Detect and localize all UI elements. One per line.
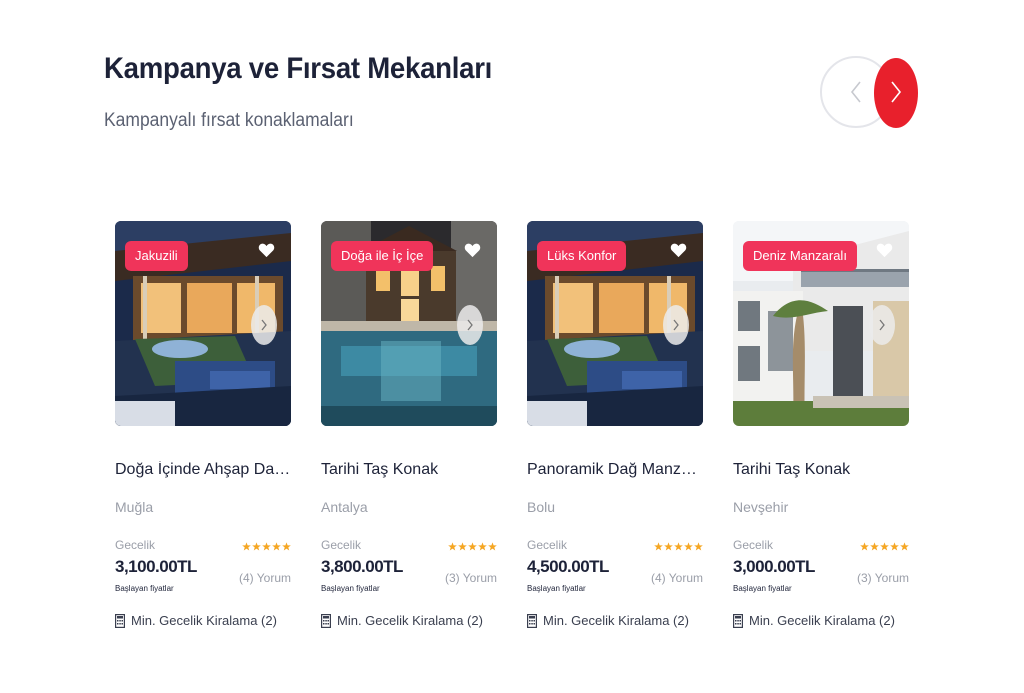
- review-count[interactable]: (3) Yorum: [445, 571, 497, 585]
- star-icon: [242, 542, 251, 551]
- star-icon: [684, 542, 693, 551]
- star-icon: [458, 542, 467, 551]
- min-rent-label: Min. Gecelik Kiralama (2): [749, 613, 895, 628]
- review-count[interactable]: (3) Yorum: [857, 571, 909, 585]
- min-rent-label: Min. Gecelik Kiralama (2): [131, 613, 277, 628]
- min-rent-info: Min. Gecelik Kiralama (2): [733, 613, 895, 628]
- star-icon: [674, 542, 683, 551]
- listing-location: Nevşehir: [733, 499, 789, 515]
- listing-price: 3,800.00TL: [321, 557, 403, 576]
- photo-next-button[interactable]: [663, 305, 689, 345]
- starting-price-label: Başlayan fiyatlar: [733, 584, 792, 593]
- chevron-right-icon: [261, 319, 267, 331]
- star-icon: [262, 542, 271, 551]
- section-title: Kampanya ve Fırsat Mekanları: [104, 52, 493, 85]
- listing-tag: Doğa ile İç İçe: [331, 241, 434, 271]
- listing-title[interactable]: Tarihi Taş Konak: [733, 461, 909, 479]
- nightly-label: Gecelik: [321, 538, 362, 552]
- calculator-icon: [733, 613, 743, 628]
- listing-photo[interactable]: Lüks Konfor: [527, 221, 703, 426]
- rating-stars: [860, 542, 909, 554]
- star-icon: [448, 542, 457, 551]
- star-icon: [272, 542, 281, 551]
- chevron-right-icon: [673, 319, 679, 331]
- rating-stars: [654, 542, 703, 554]
- star-icon: [478, 542, 487, 551]
- chevron-right-icon: [879, 319, 885, 331]
- photo-next-button[interactable]: [869, 305, 895, 345]
- listing-tag: Deniz Manzaralı: [743, 241, 857, 271]
- nightly-label: Gecelik: [115, 538, 156, 552]
- listing-card[interactable]: Lüks Konfor Panoramik Dağ Manzaralı Vi..…: [527, 221, 703, 641]
- rating-stars: [448, 542, 497, 554]
- favorite-heart-icon[interactable]: [464, 242, 481, 263]
- star-icon: [870, 542, 879, 551]
- min-rent-info: Min. Gecelik Kiralama (2): [527, 613, 689, 628]
- calculator-icon: [527, 613, 537, 628]
- min-rent-info: Min. Gecelik Kiralama (2): [321, 613, 483, 628]
- star-icon: [890, 542, 899, 551]
- star-icon: [900, 542, 909, 551]
- review-count[interactable]: (4) Yorum: [239, 571, 291, 585]
- nightly-label: Gecelik: [733, 538, 774, 552]
- favorite-heart-icon[interactable]: [876, 242, 893, 263]
- star-icon: [694, 542, 703, 551]
- carousel-next-icon-wrap[interactable]: [874, 56, 918, 128]
- min-rent-label: Min. Gecelik Kiralama (2): [337, 613, 483, 628]
- listing-title[interactable]: Panoramik Dağ Manzaralı Vi...: [527, 461, 703, 479]
- photo-next-button[interactable]: [251, 305, 277, 345]
- chevron-right-icon: [891, 81, 902, 103]
- star-icon: [880, 542, 889, 551]
- star-icon: [664, 542, 673, 551]
- listing-card[interactable]: Doğa ile İç İçe Tarihi Taş Konak Antalya…: [321, 221, 497, 641]
- star-icon: [468, 542, 477, 551]
- starting-price-label: Başlayan fiyatlar: [527, 584, 586, 593]
- listing-photo[interactable]: Doğa ile İç İçe: [321, 221, 497, 426]
- listing-location: Bolu: [527, 499, 556, 515]
- listing-location: Muğla: [115, 499, 154, 515]
- star-icon: [654, 542, 663, 551]
- star-icon: [860, 542, 869, 551]
- favorite-heart-icon[interactable]: [670, 242, 687, 263]
- nightly-label: Gecelik: [527, 538, 568, 552]
- section-subtitle: Kampanyalı fırsat konaklamaları: [104, 110, 354, 131]
- min-rent-info: Min. Gecelik Kiralama (2): [115, 613, 277, 628]
- listing-photo[interactable]: Jakuzili: [115, 221, 291, 426]
- listing-price: 3,100.00TL: [115, 557, 197, 576]
- listing-location: Antalya: [321, 499, 368, 515]
- chevron-right-icon: [467, 319, 473, 331]
- review-count[interactable]: (4) Yorum: [651, 571, 703, 585]
- calculator-icon: [115, 613, 125, 628]
- listing-price: 4,500.00TL: [527, 557, 609, 576]
- star-icon: [282, 542, 291, 551]
- star-icon: [488, 542, 497, 551]
- min-rent-label: Min. Gecelik Kiralama (2): [543, 613, 689, 628]
- listing-tag: Lüks Konfor: [537, 241, 627, 271]
- listing-card[interactable]: Jakuzili Doğa İçinde Ahşap Dağ Evi Muğla…: [115, 221, 291, 641]
- listing-card[interactable]: Deniz Manzaralı Tarihi Taş Konak Nevşehi…: [733, 221, 909, 641]
- calculator-icon: [321, 613, 331, 628]
- star-icon: [252, 542, 261, 551]
- listing-title[interactable]: Tarihi Taş Konak: [321, 461, 497, 479]
- listing-title[interactable]: Doğa İçinde Ahşap Dağ Evi: [115, 461, 291, 479]
- rating-stars: [242, 542, 291, 554]
- photo-next-button[interactable]: [457, 305, 483, 345]
- listing-price: 3,000.00TL: [733, 557, 815, 576]
- campaign-section: Kampanya ve Fırsat Mekanları Kampanyalı …: [0, 0, 1024, 693]
- starting-price-label: Başlayan fiyatlar: [321, 584, 380, 593]
- favorite-heart-icon[interactable]: [258, 242, 275, 263]
- listing-tag: Jakuzili: [125, 241, 188, 271]
- starting-price-label: Başlayan fiyatlar: [115, 584, 174, 593]
- listing-photo[interactable]: Deniz Manzaralı: [733, 221, 909, 426]
- chevron-left-icon: [850, 81, 861, 103]
